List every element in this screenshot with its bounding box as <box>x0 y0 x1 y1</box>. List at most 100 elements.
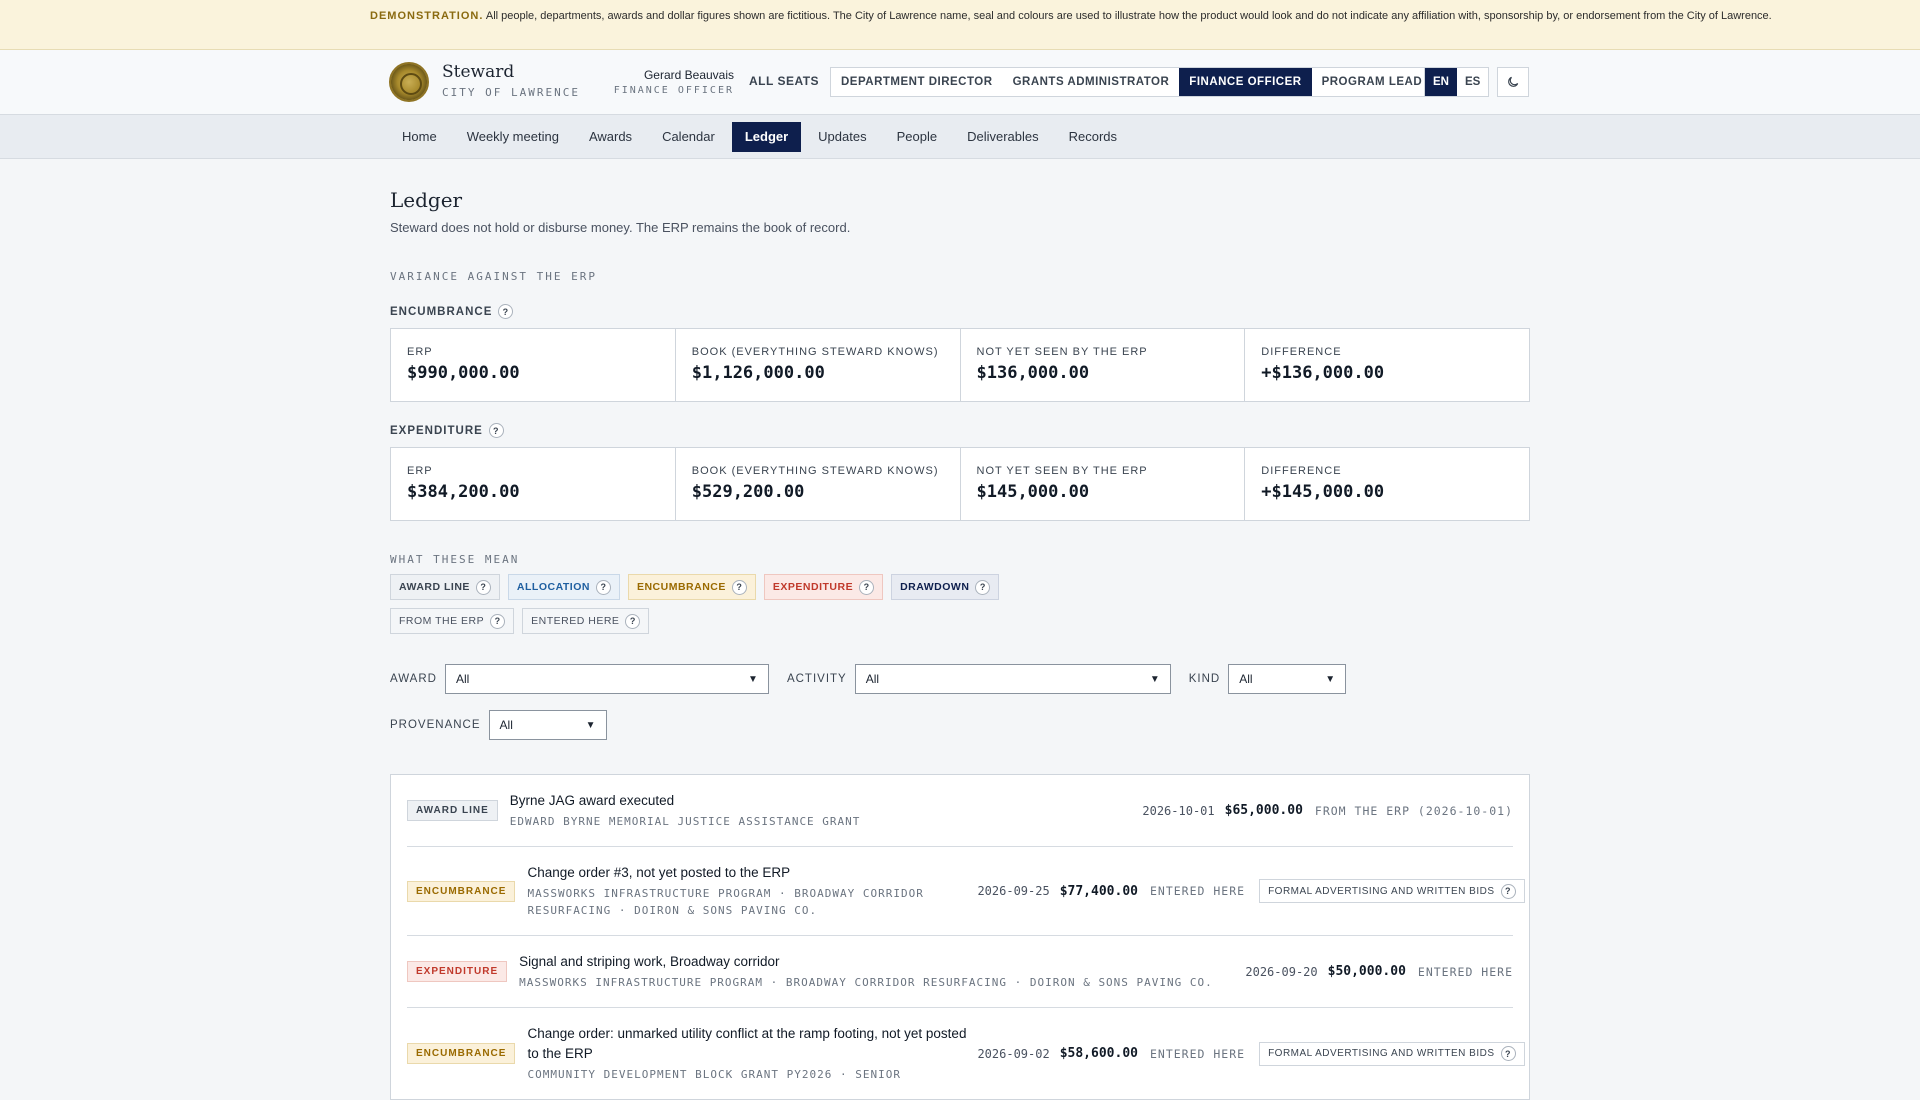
city-name: CITY OF LAWRENCE <box>442 86 580 99</box>
legend-tag-label: AWARD LINE <box>399 581 470 593</box>
provenance-select-value: All <box>499 718 513 732</box>
entry-meta: MASSWORKS INFRASTRUCTURE PROGRAM · BROAD… <box>527 887 924 917</box>
entry-date: 2026-10-01 <box>1142 803 1215 818</box>
entry-title: Byrne JAG award executed <box>509 793 675 808</box>
card-label: NOT YET SEEN BY THE ERP <box>976 465 1148 477</box>
encumbrance-cards: ERP $990,000.00 BOOK (EVERYTHING STEWARD… <box>390 328 1530 402</box>
theme-toggle-button[interactable] <box>1497 67 1529 97</box>
legend-tag-label: ALLOCATION <box>516 581 590 593</box>
entry-provenance: ENTERED HERE <box>1149 1046 1246 1061</box>
ledger-row[interactable]: ENCUMBRANCE Change order: unmarked utili… <box>407 1008 1525 1099</box>
card-value: +$136,000.00 <box>1261 363 1385 383</box>
current-user: Gerard Beauvais FINANCE OFFICER <box>606 68 734 96</box>
app-header: Steward CITY OF LAWRENCE Gerard Beauvais… <box>0 50 1920 115</box>
expenditure-difference-card: DIFFERENCE +$145,000.00 <box>1245 448 1529 520</box>
demo-label: DEMONSTRATION. <box>370 10 484 22</box>
nav-ledger[interactable]: Ledger <box>731 121 802 152</box>
seat-department-director[interactable]: DEPARTMENT DIRECTOR <box>831 68 1003 96</box>
user-name: Gerard Beauvais <box>643 68 734 82</box>
filter-row-2: PROVENANCE All ▼ <box>390 710 1530 740</box>
nav-deliverables[interactable]: Deliverables <box>954 122 1052 152</box>
legend-tag-label: ENCUMBRANCE <box>636 581 726 593</box>
language-switcher: EN ES <box>1424 67 1490 97</box>
legend-tag-label: FROM THE ERP <box>399 615 485 627</box>
ledger-row[interactable]: EXPENDITURE Signal and striping work, Br… <box>407 936 1513 1008</box>
nav-updates[interactable]: Updates <box>805 122 879 152</box>
legend-encumbrance[interactable]: ENCUMBRANCE? <box>627 574 756 600</box>
help-icon[interactable]: ? <box>731 579 747 595</box>
nav-awards[interactable]: Awards <box>576 122 645 152</box>
legend-allocation[interactable]: ALLOCATION? <box>507 574 620 600</box>
card-value: $1,126,000.00 <box>691 363 825 383</box>
expenditure-label: EXPENDITURE <box>390 424 483 437</box>
kind-select[interactable]: All ▼ <box>1228 664 1347 694</box>
brand[interactable]: Steward CITY OF LAWRENCE <box>442 62 580 99</box>
procurement-method-label: FORMAL ADVERTISING AND WRITTEN BIDS <box>1268 885 1495 897</box>
lang-es[interactable]: ES <box>1457 68 1488 96</box>
kind-badge: ENCUMBRANCE <box>407 880 516 902</box>
help-icon[interactable]: ? <box>625 613 641 629</box>
kind-badge: EXPENDITURE <box>407 961 508 982</box>
activity-filter-label: ACTIVITY <box>786 673 847 685</box>
nav-people[interactable]: People <box>884 122 950 152</box>
nav-home[interactable]: Home <box>389 122 450 152</box>
demo-banner: DEMONSTRATION. All people, departments, … <box>0 0 1920 50</box>
seat-finance-officer[interactable]: FINANCE OFFICER <box>1179 68 1312 96</box>
seat-grants-administrator[interactable]: GRANTS ADMINISTRATOR <box>1003 68 1180 96</box>
main-nav: Home Weekly meeting Awards Calendar Ledg… <box>0 115 1920 159</box>
chevron-down-icon: ▼ <box>585 719 596 731</box>
legend-expenditure[interactable]: EXPENDITURE? <box>763 574 884 600</box>
activity-select[interactable]: All ▼ <box>854 664 1171 694</box>
nav-calendar[interactable]: Calendar <box>649 122 728 152</box>
help-icon[interactable]: ? <box>595 579 611 595</box>
card-value: +$145,000.00 <box>1261 482 1385 502</box>
encumbrance-difference-card: DIFFERENCE +$136,000.00 <box>1245 329 1529 401</box>
help-icon[interactable]: ? <box>475 579 491 595</box>
encumbrance-not-seen-card: NOT YET SEEN BY THE ERP $136,000.00 <box>961 329 1246 401</box>
legend-section-label: WHAT THESE MEAN <box>390 553 520 566</box>
provenance-select[interactable]: All ▼ <box>488 710 607 740</box>
help-icon[interactable]: ? <box>490 613 506 629</box>
legend-award-line[interactable]: AWARD LINE? <box>390 574 500 600</box>
legend-entered-here[interactable]: ENTERED HERE? <box>522 608 650 634</box>
expenditure-help-icon[interactable]: ? <box>488 423 504 438</box>
encumbrance-help-icon[interactable]: ? <box>498 304 514 319</box>
nav-records[interactable]: Records <box>1056 122 1130 152</box>
award-select-value: All <box>455 672 470 686</box>
procurement-method-tag[interactable]: FORMAL ADVERTISING AND WRITTEN BIDS? <box>1259 879 1525 903</box>
entry-description: Change order: unmarked utility conflict … <box>527 1024 967 1083</box>
nav-weekly-meeting[interactable]: Weekly meeting <box>454 122 572 152</box>
kind-filter-label: KIND <box>1188 673 1221 685</box>
expenditure-not-seen-card: NOT YET SEEN BY THE ERP $145,000.00 <box>961 448 1246 520</box>
kind-select-value: All <box>1239 672 1253 686</box>
entry-provenance: ENTERED HERE <box>1417 964 1513 979</box>
entry-description: Change order #3, not yet posted to the E… <box>527 863 967 919</box>
procurement-method-tag[interactable]: FORMAL ADVERTISING AND WRITTEN BIDS? <box>1259 1041 1525 1066</box>
expenditure-group-label: EXPENDITURE ? <box>390 423 1530 438</box>
legend-drawdown[interactable]: DRAWDOWN? <box>891 574 1000 600</box>
ledger-row[interactable]: ENCUMBRANCE Change order #3, not yet pos… <box>407 847 1525 936</box>
seat-program-lead[interactable]: PROGRAM LEAD <box>1312 68 1433 96</box>
city-seal-logo[interactable] <box>389 62 429 102</box>
card-label: BOOK (EVERYTHING STEWARD KNOWS) <box>691 346 939 358</box>
all-seats-link[interactable]: ALL SEATS <box>749 74 819 88</box>
lang-en[interactable]: EN <box>1425 68 1457 96</box>
help-icon[interactable]: ? <box>1500 1046 1516 1061</box>
award-select[interactable]: All ▼ <box>444 664 769 694</box>
chevron-down-icon: ▼ <box>1149 673 1160 685</box>
card-label: NOT YET SEEN BY THE ERP <box>976 346 1148 358</box>
legend-tag-label: EXPENDITURE <box>772 581 854 593</box>
legend-from-erp[interactable]: FROM THE ERP? <box>390 608 515 634</box>
activity-select-value: All <box>865 672 880 686</box>
card-value: $145,000.00 <box>976 482 1090 502</box>
ledger-row[interactable]: AWARD LINE Byrne JAG award executed EDWA… <box>407 775 1513 847</box>
expenditure-cards: ERP $384,200.00 BOOK (EVERYTHING STEWARD… <box>390 447 1530 521</box>
help-icon[interactable]: ? <box>859 579 875 595</box>
card-label: DIFFERENCE <box>1261 346 1342 358</box>
help-icon[interactable]: ? <box>975 579 991 595</box>
legend-provenance-tags: FROM THE ERP? ENTERED HERE? <box>390 608 1030 634</box>
help-icon[interactable]: ? <box>1500 883 1516 899</box>
kind-badge: AWARD LINE <box>407 800 498 821</box>
chevron-down-icon: ▼ <box>748 673 758 685</box>
app-name: Steward <box>442 62 515 82</box>
